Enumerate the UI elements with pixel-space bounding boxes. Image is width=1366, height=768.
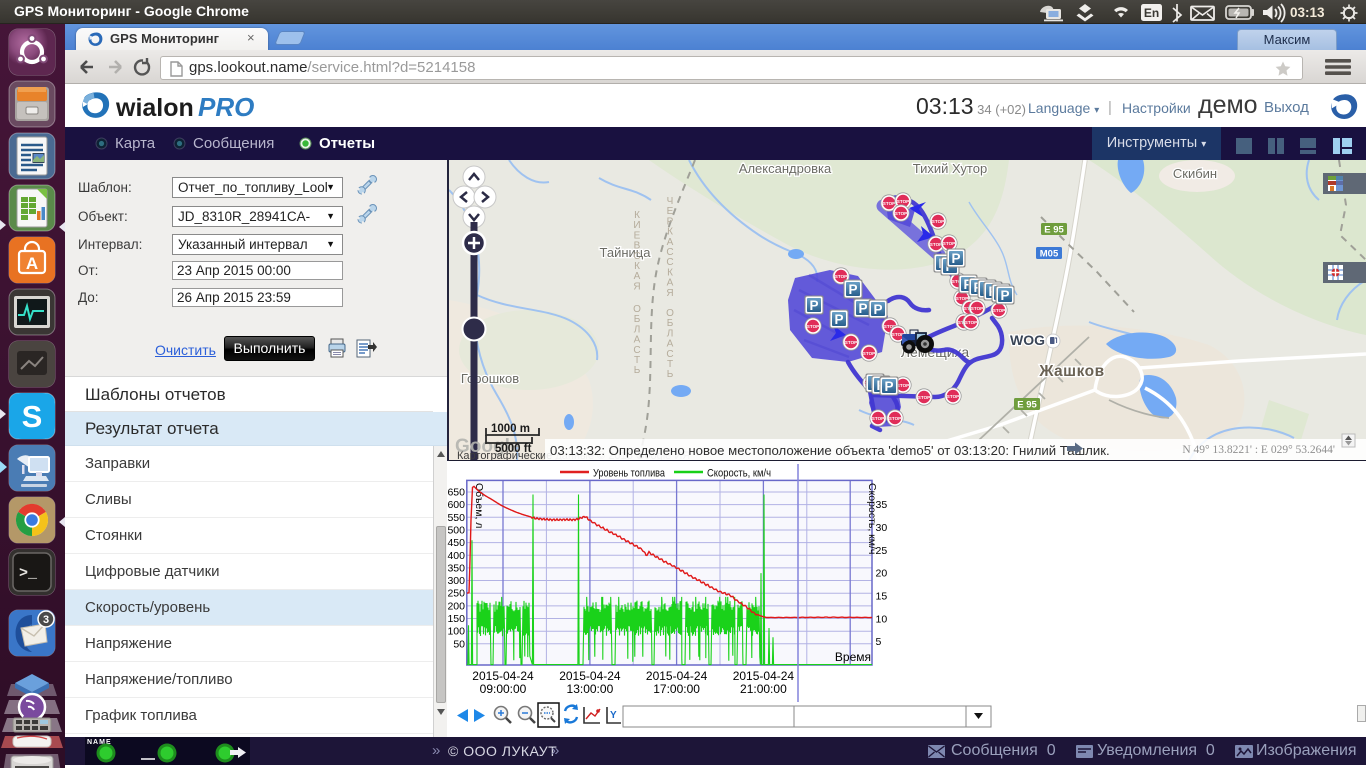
svg-text:>_: >_: [19, 565, 38, 582]
svg-text:09:00:00: 09:00:00: [480, 682, 527, 696]
svg-text:wialon: wialon: [115, 94, 194, 122]
svg-text:Y: Y: [610, 710, 617, 721]
svg-text:Александровка: Александровка: [739, 161, 832, 176]
svg-text:600: 600: [447, 499, 465, 511]
svg-text:200: 200: [447, 600, 465, 612]
svg-text:En: En: [1144, 6, 1159, 20]
svg-text:2015-04-24: 2015-04-24: [646, 669, 708, 683]
svg-text:Уровень топлива: Уровень топлива: [593, 468, 666, 480]
svg-text:2015-04-24: 2015-04-24: [733, 669, 795, 683]
svg-text:Время: Время: [835, 650, 871, 664]
svg-text:ЧЕРКАССКАЯ: ЧЕРКАССКАЯ: [666, 196, 673, 299]
svg-text:400: 400: [447, 550, 465, 562]
svg-text:2015-04-24: 2015-04-24: [559, 669, 621, 683]
svg-text:Объем, л: Объем, л: [473, 483, 485, 528]
svg-text:650: 650: [447, 487, 465, 499]
svg-text:ОБЛАСТЬ: ОБЛАСТЬ: [633, 304, 641, 376]
svg-text:E 95: E 95: [1044, 225, 1064, 236]
svg-text:ОБЛАСТЬ: ОБЛАСТЬ: [666, 308, 674, 380]
svg-text:20: 20: [876, 568, 888, 580]
svg-text:WOG: WOG: [1010, 332, 1045, 348]
svg-text:250: 250: [447, 588, 465, 600]
svg-text:21:00:00: 21:00:00: [740, 682, 787, 696]
svg-text:03:13: 03:13: [1290, 5, 1325, 20]
svg-text:Скибин: Скибин: [1173, 166, 1217, 181]
svg-text:КИЕВСКАЯ: КИЕВСКАЯ: [633, 210, 640, 292]
svg-text:S: S: [22, 399, 43, 434]
svg-text:Скорость, км/ч: Скорость, км/ч: [707, 468, 771, 480]
svg-text:Тихий Хутор: Тихий Хутор: [913, 161, 987, 176]
svg-text:450: 450: [447, 537, 465, 549]
svg-text:10: 10: [876, 613, 888, 625]
svg-text:15: 15: [876, 591, 888, 603]
svg-text:300: 300: [447, 575, 465, 587]
svg-text:3: 3: [43, 614, 49, 626]
svg-text:N 49° 13.8221' : E 029° 53.264: N 49° 13.8221' : E 029° 53.2644': [1182, 444, 1335, 456]
svg-text:150: 150: [447, 613, 465, 625]
svg-text:350: 350: [447, 562, 465, 574]
svg-text:A: A: [26, 254, 38, 273]
svg-text:100: 100: [447, 626, 465, 638]
svg-text:5: 5: [876, 636, 882, 648]
svg-text:Горошков: Горошков: [461, 371, 519, 386]
svg-text:Скорость, км/ч: Скорость, км/ч: [866, 483, 878, 554]
svg-text:03:13:32: Определено новое мес: 03:13:32: Определено новое местоположени…: [550, 443, 1110, 458]
svg-text:2015-04-24: 2015-04-24: [472, 669, 534, 683]
svg-text:E 95: E 95: [1017, 400, 1037, 411]
svg-text:1000 m: 1000 m: [491, 423, 530, 435]
svg-text:50: 50: [453, 638, 465, 650]
svg-text:500: 500: [447, 525, 465, 537]
svg-text:550: 550: [447, 512, 465, 524]
svg-text:13:00:00: 13:00:00: [567, 682, 614, 696]
svg-text:Жашков: Жашков: [1038, 363, 1104, 380]
svg-text:PRO: PRO: [198, 92, 254, 122]
svg-text:Тайница: Тайница: [600, 245, 652, 260]
svg-text:17:00:00: 17:00:00: [653, 682, 700, 696]
svg-text:M05: M05: [1040, 249, 1059, 260]
